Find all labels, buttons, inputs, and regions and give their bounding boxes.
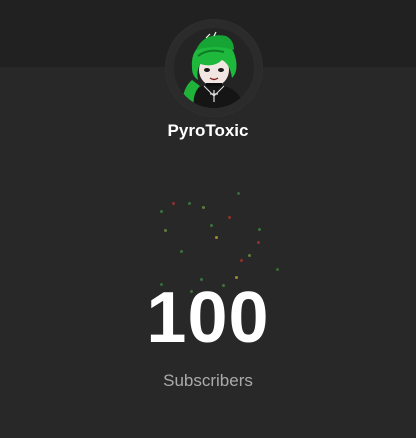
subscriber-count: 100: [146, 278, 270, 358]
avatar: [174, 28, 254, 108]
avatar-image: [174, 28, 254, 108]
channel-name[interactable]: PyroToxic: [0, 121, 416, 141]
subscriber-label: Subscribers: [163, 371, 253, 390]
